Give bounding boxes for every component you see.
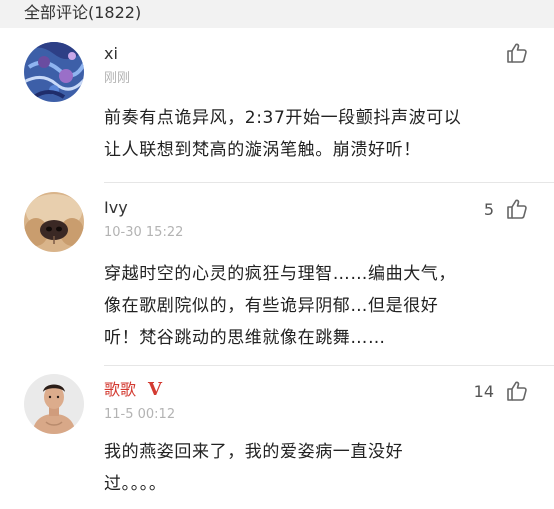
like-count: 14 (473, 382, 494, 401)
thumbs-up-icon[interactable] (506, 198, 528, 220)
like-count: 5 (483, 200, 494, 219)
comment-text: 穿越时空的心灵的疯狂与理智……编曲大气， 像在歌剧院似的，有些诡异阴郁…但是很好… (104, 264, 456, 348)
abstract-blue-painting-avatar (24, 42, 84, 102)
comment-time: 11-5 00:12 (104, 407, 176, 422)
comment-username[interactable]: 歌歌 (104, 380, 136, 400)
comment-time: 刚刚 (104, 71, 131, 86)
comment-username[interactable]: Ivy (104, 198, 128, 218)
comment-item: Ivy 10-30 15:22 5 穿越时空的心灵的疯狂与理智……编曲大气， 像… (0, 184, 554, 366)
comments-page: 全部评论(1822) xi 刚刚 前奏有点诡异风，2:37开始一段颤抖声波可以 … (0, 0, 554, 509)
avatar[interactable] (24, 374, 84, 434)
comment-text: 前奏有点诡异风，2:37开始一段颤抖声波可以 让人联想到梵高的漩涡笔触。崩溃好听… (104, 108, 462, 160)
comment-text: 我的燕姿回来了，我的爱姿病一直没好 过。。。。 (104, 442, 404, 494)
avatar[interactable] (24, 42, 84, 102)
comment-item: 歌歌 V 11-5 00:12 14 我的燕姿回来了，我的爱姿病一直没好 过。。… (0, 366, 554, 509)
thumbs-up-icon[interactable] (506, 380, 528, 402)
comment-username[interactable]: xi (104, 44, 118, 64)
comments-count-title: 全部评论(1822) (24, 3, 142, 22)
comment-item: xi 刚刚 前奏有点诡异风，2:37开始一段颤抖声波可以 让人联想到梵高的漩涡笔… (0, 28, 554, 184)
man-portrait-avatar (24, 374, 84, 434)
comment-time: 10-30 15:22 (104, 225, 184, 240)
comment-divider (104, 182, 554, 183)
dog-nose-avatar (24, 192, 84, 252)
thumbs-up-icon[interactable] (506, 42, 528, 64)
comments-header: 全部评论(1822) (0, 0, 554, 28)
vip-badge: V (148, 379, 162, 400)
avatar[interactable] (24, 192, 84, 252)
